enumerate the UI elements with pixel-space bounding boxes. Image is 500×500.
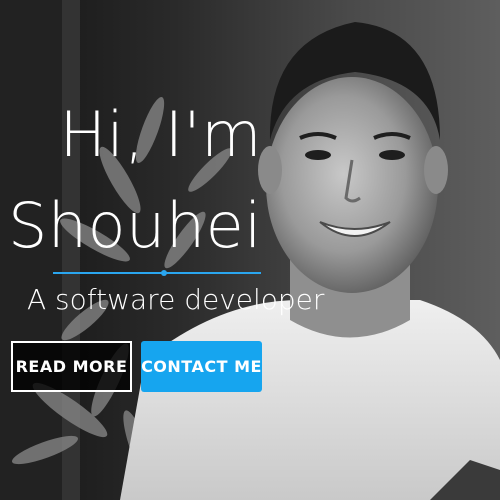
tagline-text: A software developer (27, 283, 325, 316)
contact-me-button[interactable]: CONTACT ME (141, 341, 262, 392)
underline-dot-icon (161, 270, 167, 276)
greeting-heading: Hi, I'm (59, 98, 262, 171)
read-more-button[interactable]: READ MORE (11, 341, 132, 392)
name-heading: Shouhei (7, 189, 262, 262)
hero-text-block: Hi, I'm Shouhei A software developer REA… (0, 0, 500, 500)
heading-underline (53, 272, 261, 274)
hero-section: Hi, I'm Shouhei A software developer REA… (0, 0, 500, 500)
